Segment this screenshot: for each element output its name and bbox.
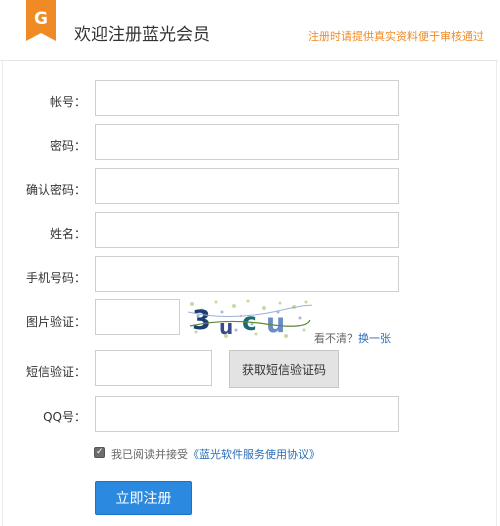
captcha-char-2: u	[219, 315, 233, 339]
captcha-hint: 看不清？换一张	[314, 330, 391, 346]
register-submit-button[interactable]: 立即注册	[95, 481, 192, 515]
name-input[interactable]	[95, 212, 399, 248]
logo-letter: G	[34, 9, 48, 29]
captcha-label: 图片验证：	[25, 315, 86, 329]
qq-input[interactable]	[95, 396, 399, 432]
checkmark-icon: ✓	[96, 447, 104, 457]
service-agreement-link[interactable]: 《蓝光软件服务使用协议》	[188, 448, 320, 461]
account-input[interactable]	[95, 80, 399, 116]
sms-label: 短信验证：	[25, 365, 86, 379]
header: G 欢迎注册蓝光会员 注册时请提供真实资料便于审核通过	[0, 0, 498, 61]
confirm-password-input[interactable]	[95, 168, 399, 204]
phone-input[interactable]	[95, 256, 399, 292]
phone-label: 手机号码：	[25, 271, 86, 285]
qq-label: QQ号：	[43, 410, 86, 424]
captcha-char-1: 3	[192, 305, 211, 336]
password-label: 密码：	[49, 139, 86, 153]
get-sms-code-button[interactable]: 获取短信验证码	[229, 350, 339, 388]
name-label: 姓名：	[49, 227, 86, 241]
agreement-text: 我已阅读并接受《蓝光软件服务使用协议》	[111, 446, 320, 462]
frame-border-left	[2, 60, 3, 526]
sms-code-input[interactable]	[95, 350, 212, 386]
password-input[interactable]	[95, 124, 399, 160]
frame-border-right	[496, 60, 497, 526]
captcha-unclear-text: 看不清？	[314, 332, 358, 345]
logo-icon: G	[26, 0, 56, 41]
captcha-refresh-link[interactable]: 换一张	[358, 332, 391, 345]
captcha-image[interactable]: 3 u c u	[186, 296, 312, 342]
registration-notice: 注册时请提供真实资料便于审核通过	[308, 30, 484, 43]
agree-checkbox[interactable]: ✓	[94, 447, 105, 458]
account-label: 帐号：	[49, 95, 86, 109]
confirm-password-label: 确认密码：	[25, 183, 86, 197]
agree-prefix: 我已阅读并接受	[111, 448, 188, 461]
page-title: 欢迎注册蓝光会员	[74, 25, 210, 45]
captcha-input[interactable]	[95, 299, 180, 335]
